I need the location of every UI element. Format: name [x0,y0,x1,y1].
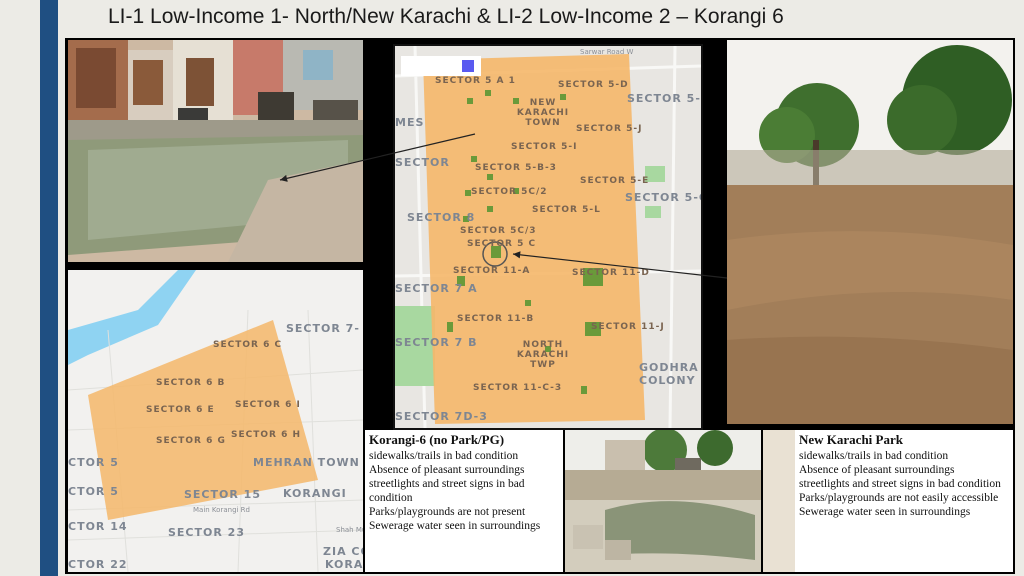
new-karachi-park-caption: New Karachi Park sidewalks/trails in bad… [763,430,1013,572]
sewage-street-photo-image [68,40,363,262]
korangi-map-label: SECTOR 6 B [156,378,226,388]
korangi-map-label: CTOR 22 [68,558,128,571]
new-karachi-park-photo-image [727,40,1013,424]
korangi-map-label: KORA [325,558,363,571]
slide-title: LI-1 Low-Income 1- North/New Karachi & L… [108,5,784,28]
north-karachi-map-label: SECTOR 7 A [395,282,478,295]
north-karachi-map-label: SECTOR 7 B [395,336,478,349]
north-karachi-map-label: SECTOR 11-C-3 [473,383,563,393]
korangi-map-label: CTOR 5 [68,485,119,498]
north-karachi-map-label: SECTOR 5-L [532,205,601,215]
north-karachi-map-label: SECTOR [395,156,450,169]
korangi-map-label: SECTOR 6 E [146,405,215,415]
korangi-map-label: CTOR 14 [68,520,128,533]
korangi-caption-heading: Korangi-6 (no Park/PG) [369,432,505,447]
korangi-map-label: SECTOR 6 H [231,430,302,440]
sewage-pond-photo-image [565,430,761,572]
korangi-map-label: Shah Mu [336,526,363,534]
korangi-caption-item: Sewerage water seen in surroundings [369,520,541,532]
korangi-map-label: SECTOR 6 G [156,436,226,446]
korangi-map-label: SECTOR 6 I [235,400,301,410]
korangi-map-label: SECTOR 15 [184,488,261,501]
north-karachi-map-label: SECTOR 5-E [580,176,650,186]
korangi-map-label: SECTOR 6 C [213,340,283,350]
north-karachi-map-label: SECTOR 5 A 1 [435,76,516,86]
new-karachi-caption-heading: New Karachi Park [799,432,903,447]
korangi-6-map: SECTOR 7- SECTOR 6 C SECTOR 6 B SECTOR 6… [68,270,363,572]
korangi-caption-item: Absence of pleasant surroundings [369,464,525,476]
north-karachi-map-label: SECTOR 5-F [627,92,703,105]
new-karachi-caption-item: sidewalks/trails in bad condition [799,450,949,462]
north-karachi-map-label: SECTOR 7D-3 [395,410,488,423]
sewage-pond-photo [565,430,761,572]
korangi-map-label: ZIA CO [323,545,363,558]
north-karachi-map-label: SECTOR 5-I [511,142,578,152]
sewage-street-photo [68,40,363,262]
north-karachi-map-label: Sarwar Road W [580,48,634,56]
korangi-caption-item: sidewalks/trails in bad condition [369,450,519,462]
north-karachi-map: SECTOR 5-D NEW KARACHI TOWN SECTOR 5-F S… [393,44,703,430]
north-karachi-map-label: SECTOR 11-A [453,266,531,276]
north-karachi-map-label: SECTOR 11-J [591,322,665,332]
north-karachi-map-label: GODHRA COLONY [639,361,699,387]
korangi-map-label: CTOR 5 [68,456,119,469]
north-karachi-map-label: SECTOR 5C/3 [460,226,537,236]
korangi-caption-item: Parks/playgrounds are not present [369,506,526,518]
korangi-map-label: SECTOR 7- [286,322,360,335]
north-karachi-map-label: SECTOR 5 C [467,239,537,249]
north-karachi-map-label: SECTOR 8 [407,211,476,224]
north-karachi-map-label: SECTOR 11-B [457,314,535,324]
figure-collage: SECTOR 7- SECTOR 6 C SECTOR 6 B SECTOR 6… [65,38,1015,574]
korangi-map-label: MEHRAN TOWN [253,456,360,469]
north-karachi-map-label: SECTOR 5-D [558,80,629,90]
korangi-map-label: SECTOR 23 [168,526,245,539]
north-karachi-map-label: NEW KARACHI TOWN [516,98,570,128]
north-karachi-map-label: SECTOR 11-D [572,268,650,278]
north-karachi-map-label: SECTOR 5-B-3 [475,163,557,173]
north-karachi-map-label: MES [395,116,425,129]
new-karachi-caption-item: Parks/playgrounds are not easily accessi… [799,492,999,504]
north-karachi-map-label: NORTH KARACHI TWP [516,340,570,370]
korangi-6-caption: Korangi-6 (no Park/PG) sidewalks/trails … [365,430,563,572]
north-karachi-map-label: SECTOR 5C/2 [471,187,548,197]
north-karachi-map-label: SECTOR 5-G [625,191,703,204]
korangi-caption-item: streetlights and street signs in bad con… [369,478,525,504]
new-karachi-caption-item: Absence of pleasant surroundings [799,464,955,476]
new-karachi-park-photo [727,40,1013,424]
north-karachi-map-label: SECTOR 5-J [576,124,643,134]
slide-accent-bar [40,0,58,576]
new-karachi-caption-item: Sewerage water seen in surroundings [799,506,971,518]
new-karachi-caption-item: streetlights and street signs in bad con… [799,478,1001,490]
korangi-map-label: Main Korangi Rd [193,506,250,514]
korangi-map-label: KORANGI [283,487,347,500]
